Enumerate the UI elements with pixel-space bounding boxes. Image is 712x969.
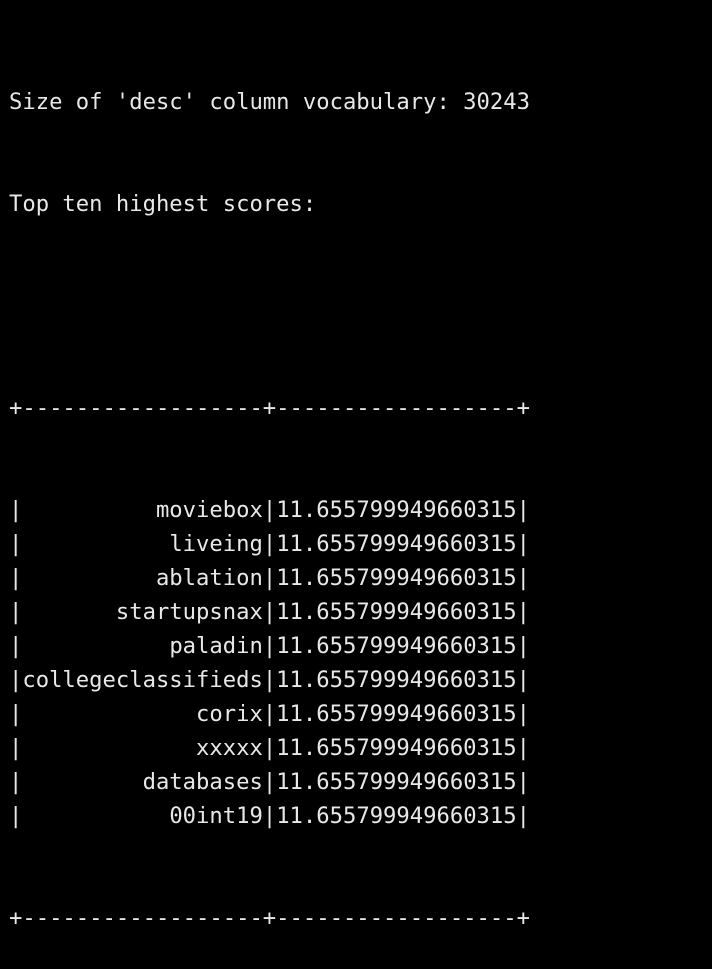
score-cell: 11.655799949660315	[276, 803, 517, 829]
column-separator: |	[262, 599, 277, 625]
score-cell: 11.655799949660315	[276, 565, 517, 591]
column-separator: |	[516, 497, 530, 523]
terminal-output: Size of 'desc' column vocabulary: 30243 …	[9, 17, 709, 969]
word-cell: xxxxx	[196, 735, 263, 761]
table-row: | 00int19|11.655799949660315|	[9, 799, 709, 833]
score-table-rows: | moviebox|11.655799949660315| | liveing|…	[9, 493, 709, 833]
column-separator: |	[9, 667, 23, 693]
score-cell: 11.655799949660315	[276, 667, 517, 693]
table-row: | startupsnax|11.655799949660315|	[9, 595, 709, 629]
column-separator: |	[262, 701, 277, 727]
score-cell: 11.655799949660315	[276, 701, 517, 727]
word-cell: ablation	[155, 565, 263, 591]
column-separator: |	[9, 803, 23, 829]
word-cell: 00int19	[169, 803, 263, 829]
score-cell: 11.655799949660315	[276, 633, 517, 659]
column-separator: |	[516, 769, 530, 795]
word-cell: liveing	[169, 531, 263, 557]
table-bottom-border: +------------------+------------------+	[9, 905, 530, 931]
table-row: | corix|11.655799949660315|	[9, 697, 709, 731]
table-row: | databases|11.655799949660315|	[9, 765, 709, 799]
table-row: |collegeclassifieds|11.655799949660315|	[9, 663, 709, 697]
column-separator: |	[9, 565, 23, 591]
cell-padding	[22, 701, 196, 727]
table-row: | paladin|11.655799949660315|	[9, 629, 709, 663]
score-cell: 11.655799949660315	[276, 531, 517, 557]
table-row: | ablation|11.655799949660315|	[9, 561, 709, 595]
column-separator: |	[516, 633, 530, 659]
column-separator: |	[9, 735, 23, 761]
table-row: | moviebox|11.655799949660315|	[9, 493, 709, 527]
column-separator: |	[262, 769, 277, 795]
column-separator: |	[262, 803, 277, 829]
column-separator: |	[262, 497, 277, 523]
cell-padding	[22, 769, 142, 795]
top-scores-heading-line: Top ten highest scores:	[9, 191, 317, 217]
column-separator: |	[9, 531, 23, 557]
cell-padding	[22, 531, 169, 557]
column-separator: |	[516, 803, 530, 829]
score-cell: 11.655799949660315	[276, 735, 517, 761]
score-cell: 11.655799949660315	[276, 769, 517, 795]
cell-padding	[22, 803, 169, 829]
column-separator: |	[262, 633, 277, 659]
cell-padding	[22, 497, 156, 523]
table-row: | liveing|11.655799949660315|	[9, 527, 709, 561]
column-separator: |	[262, 735, 277, 761]
vocabulary-size-line: Size of 'desc' column vocabulary: 30243	[9, 89, 530, 115]
column-separator: |	[516, 599, 530, 625]
column-separator: |	[516, 565, 530, 591]
word-cell: collegeclassifieds	[22, 667, 263, 693]
column-separator: |	[9, 769, 23, 795]
score-cell: 11.655799949660315	[276, 497, 517, 523]
score-cell: 11.655799949660315	[276, 599, 517, 625]
column-separator: |	[262, 531, 277, 557]
column-separator: |	[516, 667, 530, 693]
column-separator: |	[9, 633, 23, 659]
table-row: | xxxxx|11.655799949660315|	[9, 731, 709, 765]
column-separator: |	[516, 735, 530, 761]
column-separator: |	[262, 667, 277, 693]
column-separator: |	[262, 565, 277, 591]
table-top-border: +------------------+------------------+	[9, 395, 530, 421]
cell-padding	[22, 735, 196, 761]
word-cell: startupsnax	[115, 599, 263, 625]
cell-padding	[22, 565, 156, 591]
column-separator: |	[9, 497, 23, 523]
cell-padding	[22, 633, 169, 659]
column-separator: |	[516, 701, 530, 727]
column-separator: |	[9, 599, 23, 625]
column-separator: |	[9, 701, 23, 727]
word-cell: moviebox	[155, 497, 263, 523]
word-cell: paladin	[169, 633, 263, 659]
word-cell: databases	[142, 769, 263, 795]
word-cell: corix	[196, 701, 263, 727]
cell-padding	[22, 599, 116, 625]
column-separator: |	[516, 531, 530, 557]
